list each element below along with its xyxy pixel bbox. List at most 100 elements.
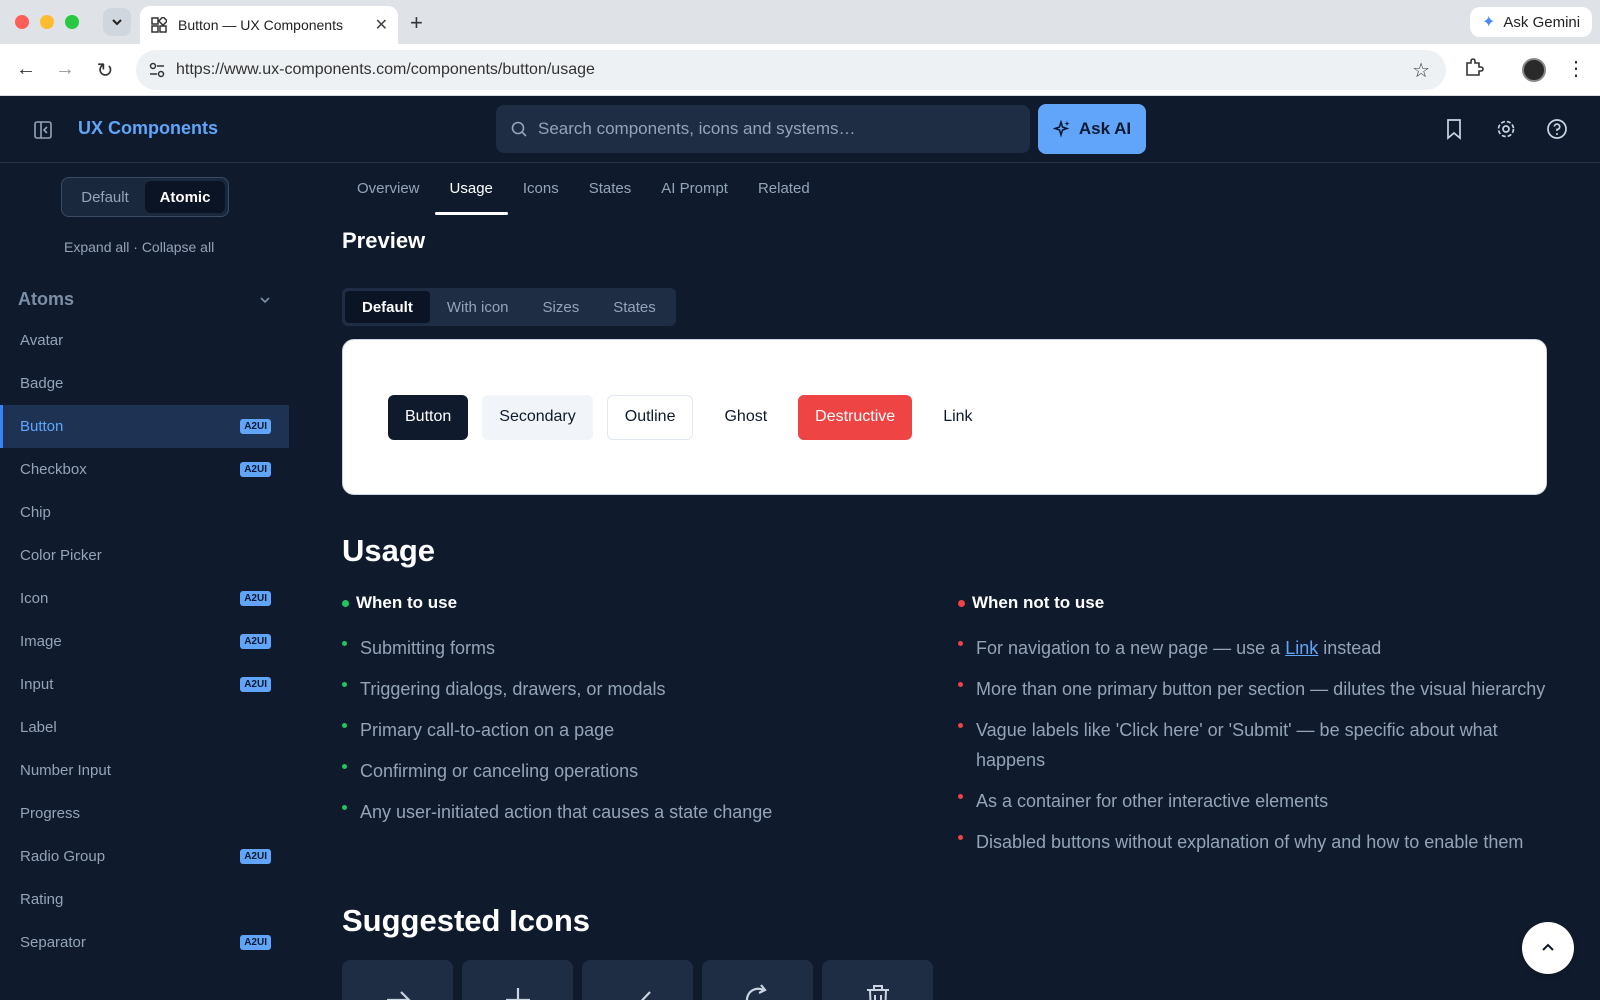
bookmark-star-icon[interactable]: ☆ [1412,58,1430,83]
sidebar-item-icon[interactable]: Icon A2UI [0,577,289,620]
bullet-icon [958,723,963,728]
destructive-variant-button[interactable]: Destructive [798,394,913,440]
sidebar-item-label: Input [20,676,54,693]
sidebar-item-checkbox[interactable]: Checkbox A2UI [0,448,289,491]
tab-icons[interactable]: Icons [508,163,574,213]
tab-usage[interactable]: Usage [434,163,509,215]
reload-icon[interactable]: ↻ [93,58,117,83]
extensions-puzzle-icon[interactable] [1463,56,1485,83]
help-icon[interactable] [1546,118,1568,145]
preview-tab-sizes[interactable]: Sizes [526,291,597,323]
browser-menu-icon[interactable]: ⋮ [1566,56,1586,81]
a2ui-badge: A2UI [240,677,271,692]
preview-tab-states[interactable]: States [596,291,673,323]
site-settings-icon[interactable] [148,61,166,84]
sidebar-item-label: Radio Group [20,848,106,865]
when-to-use-list: Submitting forms Triggering dialogs, draw… [342,633,942,827]
new-tab-button[interactable]: + [410,10,423,36]
profile-avatar[interactable] [1522,58,1546,82]
main-content: Overview Usage Icons States AI Prompt Related… [342,163,1548,1000]
tab-ai-prompt[interactable]: AI Prompt [646,163,743,213]
trash-icon [866,985,889,1000]
sidebar-item-button[interactable]: Button A2UI [0,405,289,448]
mode-atomic-option[interactable]: Atomic [145,181,225,213]
maximize-window-button[interactable] [65,15,79,29]
tab-related[interactable]: Related [743,163,825,213]
search-input[interactable]: Search components, icons and systems… [496,105,1030,153]
close-window-button[interactable] [15,15,29,29]
tab-search-button[interactable] [103,8,131,36]
chevron-up-icon [1542,943,1554,951]
ask-ai-button[interactable]: Ask AI [1038,104,1146,154]
sidebar-item-radio-group[interactable]: Radio Group A2UI [0,835,289,878]
component-tabs: Overview Usage Icons States AI Prompt Related [342,163,825,215]
tab-states[interactable]: States [574,163,647,213]
sidebar-item-input[interactable]: Input A2UI [0,663,289,706]
brand-logo-text[interactable]: UX Components [78,118,218,139]
icon-card[interactable] [342,960,453,1000]
list-item-text: As a container for other interactive ele… [976,791,1329,811]
close-tab-icon[interactable]: ✕ [375,15,388,35]
sidebar-item-separator[interactable]: Separator A2UI [0,921,289,964]
green-dot-icon [342,599,349,607]
search-placeholder: Search components, icons and systems… [538,119,856,138]
address-bar[interactable]: https://www.ux-components.com/components… [136,50,1446,90]
sidebar-list: Avatar Badge Button A2UI Checkbox A2UI Chip Col… [0,319,289,964]
sidebar-item-label: Rating [20,891,64,908]
tab-title: Button — UX Components [178,17,343,33]
atoms-section-header[interactable]: Atoms [18,289,272,310]
link-link[interactable]: Link [1285,638,1318,658]
list-item: More than one primary button per section… [958,674,1558,704]
minimize-window-button[interactable] [40,15,54,29]
bookmark-icon[interactable] [1444,118,1464,145]
icon-card[interactable] [702,960,813,1000]
sidebar-item-number-input[interactable]: Number Input [0,749,289,792]
suggested-icons-title: Suggested Icons [342,903,591,938]
secondary-variant-button[interactable]: Secondary [482,394,593,440]
expand-collapse-all[interactable]: Expand all · Collapse all [64,239,214,255]
sidebar-item-label[interactable]: Label [0,706,289,749]
mode-default-option[interactable]: Default [65,181,145,213]
back-arrow-icon[interactable]: ← [14,58,38,81]
sidebar-item-label: Color Picker [20,547,102,564]
sidebar-item-label: Checkbox [20,461,87,478]
sidebar-item-label: Button [20,418,64,435]
sidebar-item-progress[interactable]: Progress [0,792,289,835]
link-variant-button[interactable]: Link [926,395,989,440]
list-item: Triggering dialogs, drawers, or modals [342,674,942,704]
sidebar-item-label: Number Input [20,762,111,779]
forward-arrow-icon[interactable]: → [53,58,77,81]
preview-tab-default[interactable]: Default [345,291,430,323]
preview-tab-with-icon[interactable]: With icon [430,291,526,323]
sidebar-item-avatar[interactable]: Avatar [0,319,289,362]
sidebar-item-badge[interactable]: Badge [0,362,289,405]
refresh-icon [745,984,769,1000]
button-variant-button[interactable]: Button [388,394,469,440]
gemini-sparkle-icon: ✦ [1482,14,1496,31]
sidebar-item-rating[interactable]: Rating [0,878,289,921]
scroll-to-top-button[interactable] [1522,922,1574,974]
sidebar-item-label: Separator [20,934,86,951]
ask-gemini-label: Ask Gemini [1503,13,1581,31]
icon-card[interactable] [462,960,573,1000]
sidebar-toggle-icon[interactable] [33,120,53,145]
tab-overview[interactable]: Overview [342,163,435,213]
settings-gear-icon[interactable] [1495,118,1517,145]
sidebar-item-color-picker[interactable]: Color Picker [0,534,289,577]
icon-card[interactable] [822,960,933,1000]
outline-variant-button[interactable]: Outline [606,394,694,440]
list-item-text: Submitting forms [360,638,496,658]
icon-card[interactable] [582,960,693,1000]
list-item-text: More than one primary button per section… [976,679,1546,699]
sidebar-item-image[interactable]: Image A2UI [0,620,289,663]
list-item: Submitting forms [342,633,942,663]
bullet-icon [958,641,963,646]
atoms-section-title: Atoms [18,289,75,309]
suggested-icons-row [342,960,933,1000]
list-item-text: Vague labels like 'Click here' or 'Submi… [976,720,1498,770]
ask-gemini-button[interactable]: ✦ Ask Gemini [1470,7,1593,37]
browser-tab[interactable]: Button — UX Components ✕ [140,6,398,44]
sidebar-item-label: Label [20,719,57,736]
ghost-variant-button[interactable]: Ghost [707,395,784,440]
sidebar-item-chip[interactable]: Chip [0,491,289,534]
